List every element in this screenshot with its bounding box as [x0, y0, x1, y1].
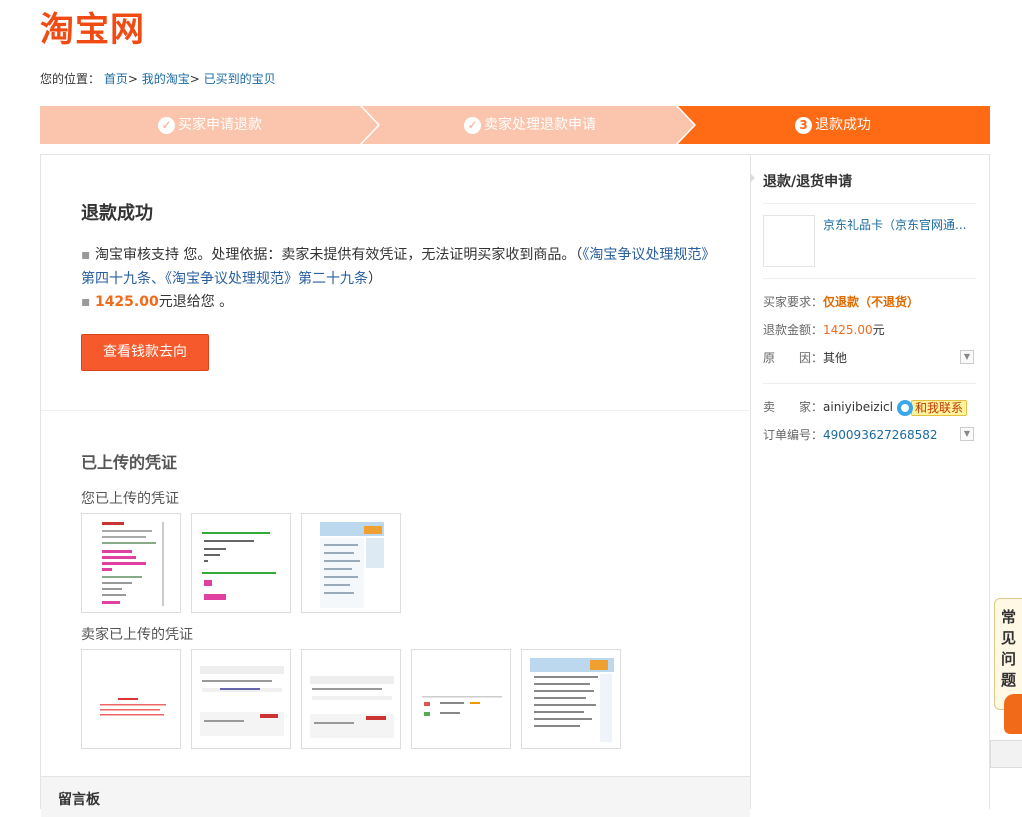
basis-suffix: ）	[368, 271, 382, 287]
refund-progress-steps: ✓ 买家申请退款 ✓ 卖家处理退款申请 3 退款成功	[40, 106, 990, 144]
step-refund-success: 3 退款成功	[676, 106, 990, 144]
breadcrumb-sep: >	[189, 72, 200, 86]
amount-value: 1425.00	[823, 323, 873, 337]
message-board-header: 留言板	[41, 776, 750, 817]
result-basis: ▪ 淘宝审核支持 您。处理依据：卖家未提供有效凭证，无法证明买家收到商品。（《淘…	[81, 247, 716, 287]
result-amount-line: ▪ 1425.00元退给您 。	[81, 294, 234, 310]
product-name-link[interactable]: 京东礼品卡（京东官网通...	[823, 216, 973, 233]
message-board-title: 留言板	[58, 792, 100, 808]
sidebar-title: 退款/退货申请	[763, 174, 853, 190]
evidence-image	[100, 698, 166, 716]
wangwang-icon[interactable]	[896, 399, 913, 416]
step-label: 退款成功	[815, 117, 871, 133]
contact-me-button[interactable]: 和我联系	[910, 399, 967, 416]
step-label: 买家申请退款	[178, 117, 262, 133]
check-icon: ✓	[464, 116, 481, 134]
order-number-row: 订单编号：490093627268582	[763, 426, 938, 443]
breadcrumb-bought[interactable]: 已买到的宝贝	[204, 72, 276, 86]
row-label: 买家要求：	[763, 295, 824, 309]
evidence-image	[202, 532, 276, 600]
buyer-evidence-label: 您已上传的凭证	[81, 491, 179, 507]
requirement-value: 仅退款（不退货）	[823, 295, 920, 309]
divider	[763, 278, 976, 279]
seller-evidence-thumb[interactable]	[301, 649, 401, 749]
evidence-image	[102, 522, 164, 606]
faq-base-decoration	[990, 740, 1022, 768]
seller-evidence-thumb[interactable]	[411, 649, 511, 749]
buyer-requirement-row: 买家要求：仅退款（不退货）	[763, 293, 919, 310]
seller-name: ainiyibeizicl	[823, 400, 893, 414]
check-icon: ✓	[158, 116, 175, 134]
breadcrumb-sep: >	[127, 72, 138, 86]
row-label: 卖 家：	[763, 400, 824, 414]
amount-unit: 元	[872, 323, 885, 337]
mascot-icon	[1004, 694, 1022, 734]
step-buyer-apply: ✓ 买家申请退款	[40, 106, 380, 144]
chevron-down-icon[interactable]: ▼	[960, 427, 974, 441]
evidence-image	[530, 658, 614, 742]
reason-row: 原 因：其他	[763, 349, 847, 366]
main-panel: 退款成功 ▪ 淘宝审核支持 您。处理依据：卖家未提供有效凭证，无法证明买家收到商…	[40, 154, 751, 817]
evidence-image	[310, 676, 394, 738]
evidence-image	[200, 666, 284, 736]
refund-amount-row: 退款金额：1425.00元	[763, 321, 885, 338]
taobao-logo[interactable]: 淘宝网	[40, 2, 145, 51]
step-seller-process: ✓ 卖家处理退款申请	[360, 106, 700, 144]
row-label: 退款金额：	[763, 323, 824, 337]
breadcrumb: 您的位置： 首页> 我的淘宝> 已买到的宝贝	[40, 70, 276, 87]
seller-row: 卖 家：ainiyibeizicl 和我联系	[763, 398, 967, 416]
seller-evidence-thumb[interactable]	[81, 649, 181, 749]
seller-evidence-label: 卖家已上传的凭证	[81, 627, 193, 643]
divider	[763, 203, 976, 204]
seller-evidence-thumb[interactable]	[191, 649, 291, 749]
breadcrumb-label: 您的位置：	[40, 72, 101, 86]
divider	[41, 410, 750, 411]
buyer-evidence-thumb[interactable]	[301, 513, 401, 613]
order-number-link[interactable]: 490093627268582	[823, 428, 938, 442]
step-label: 卖家处理退款申请	[484, 117, 596, 133]
buyer-evidence-thumb[interactable]	[81, 513, 181, 613]
refund-amount: 1425.00	[94, 294, 159, 310]
evidence-title: 已上传的凭证	[81, 453, 178, 472]
view-money-flow-button[interactable]: 查看钱款去向	[81, 334, 209, 371]
buyer-evidence-thumb[interactable]	[191, 513, 291, 613]
reason-value: 其他	[823, 351, 848, 365]
evidence-image	[320, 522, 384, 608]
chevron-down-icon[interactable]: ▼	[960, 350, 974, 364]
basis-text: 淘宝审核支持 您。处理依据：卖家未提供有效凭证，无法证明买家收到商品。（	[94, 247, 583, 263]
faq-label: 常见问题	[1000, 608, 1016, 689]
seller-evidence-thumb[interactable]	[521, 649, 621, 749]
row-label: 订单编号：	[763, 428, 824, 442]
step-number-badge: 3	[795, 116, 812, 134]
side-arrow-icon	[750, 173, 755, 183]
row-label: 原 因：	[763, 351, 824, 365]
evidence-image	[422, 696, 502, 716]
divider	[763, 383, 976, 384]
product-image[interactable]	[763, 215, 815, 267]
breadcrumb-home[interactable]: 首页	[104, 72, 128, 86]
refund-amount-suffix: 元退给您 。	[158, 294, 234, 310]
result-title: 退款成功	[81, 203, 153, 224]
refund-info-sidebar: 退款/退货申请 京东礼品卡（京东官网通... 买家要求：仅退款（不退货） 退款金…	[750, 154, 990, 809]
breadcrumb-my-taobao[interactable]: 我的淘宝	[142, 72, 190, 86]
